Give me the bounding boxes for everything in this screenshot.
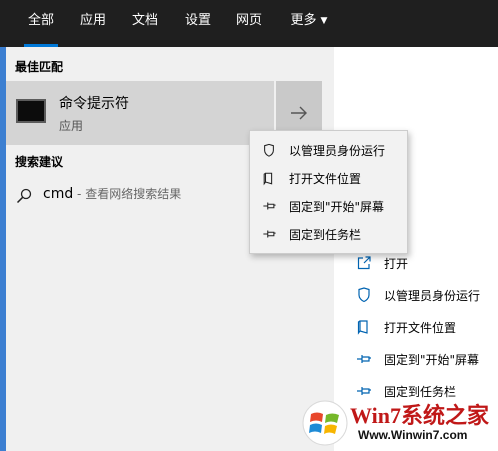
suggestion-query: cmd: [43, 186, 74, 202]
best-match-heading: 最佳匹配: [15, 60, 64, 74]
suggestion-suffix: - 查看网络搜索结果: [73, 187, 182, 201]
tab-all[interactable]: 全部: [18, 0, 64, 47]
app-type: 应用: [59, 119, 84, 133]
app-name: 命令提示符: [59, 96, 129, 112]
watermark-url: Www.Winwin7.com: [358, 428, 468, 442]
pin-icon: [262, 202, 276, 210]
tab-documents[interactable]: 文档: [124, 0, 166, 47]
action-open-file-location[interactable]: 打开文件位置: [356, 317, 456, 337]
pin-icon: [262, 230, 276, 238]
chevron-down-icon: ▼: [320, 16, 328, 26]
tab-apps[interactable]: 应用: [72, 0, 114, 47]
arrow-right-icon: [291, 106, 307, 120]
pin-icon: [357, 355, 371, 363]
tab-settings[interactable]: 设置: [177, 0, 219, 47]
folder-icon: [263, 172, 273, 185]
action-pin-to-start[interactable]: 固定到"开始"屏幕: [356, 349, 479, 369]
tab-more[interactable]: 更多 ▼: [282, 0, 336, 47]
menu-item-run-as-admin[interactable]: 以管理员身份运行: [250, 138, 407, 162]
shield-icon: [358, 287, 370, 303]
windows-logo-icon: [302, 400, 348, 446]
watermark-title: Win7系统之家: [350, 403, 489, 428]
search-filter-bar: 全部 应用 文档 设置 网页 更多 ▼: [0, 0, 498, 47]
suggestions-heading: 搜索建议: [15, 155, 64, 169]
search-icon: [16, 188, 32, 204]
shield-icon: [264, 143, 274, 157]
action-run-as-admin[interactable]: 以管理员身份运行: [356, 285, 480, 305]
action-open[interactable]: 打开: [356, 253, 408, 273]
context-menu: 以管理员身份运行 打开文件位置 固定到"开始"屏幕 固定到任务栏: [249, 130, 408, 254]
folder-icon: [357, 320, 368, 335]
menu-item-pin-to-start[interactable]: 固定到"开始"屏幕: [250, 194, 407, 218]
open-icon: [357, 256, 371, 270]
cmd-terminal-icon: [16, 99, 46, 123]
site-watermark: Win7系统之家 Www.Winwin7.com: [300, 396, 498, 451]
menu-item-open-file-location[interactable]: 打开文件位置: [250, 166, 407, 190]
menu-item-pin-to-taskbar[interactable]: 固定到任务栏: [250, 222, 407, 246]
best-match-item[interactable]: 命令提示符 应用: [6, 81, 274, 145]
tab-web[interactable]: 网页: [228, 0, 270, 47]
